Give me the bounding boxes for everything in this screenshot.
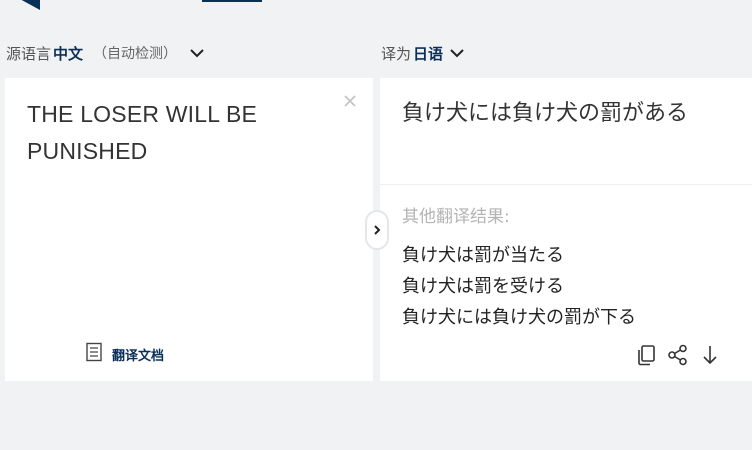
chevron-down-icon[interactable] (449, 44, 465, 62)
alternative-item[interactable]: 負け犬には負け犬の罰が下る (402, 302, 636, 333)
source-text-panel: THE LOSER WILL BE PUNISHED 翻译文档 (5, 78, 373, 381)
auto-detect-label: （自动检测） (93, 46, 178, 62)
source-language-prefix: 源语言 (6, 44, 52, 63)
source-language-selector[interactable]: 源语言 中文 （自动检测） (6, 40, 205, 66)
document-icon (85, 342, 103, 366)
divider (380, 184, 752, 185)
target-language-prefix: 译为 (381, 44, 412, 63)
main-translation-result: 負け犬には負け犬の罰がある (402, 101, 689, 126)
chevron-down-icon[interactable] (189, 44, 205, 62)
target-language-name: 日语 (413, 44, 444, 63)
share-icon[interactable] (666, 343, 690, 367)
download-icon[interactable] (698, 343, 722, 367)
copy-icon[interactable] (634, 343, 658, 367)
back-arrow-icon[interactable] (18, 0, 40, 10)
chevron-right-icon (373, 221, 381, 240)
alternative-item[interactable]: 負け犬は罰が当たる (402, 240, 636, 271)
top-navigation-strip (0, 0, 752, 10)
alternatives-heading: 其他翻译结果: (402, 207, 510, 227)
translate-document-label: 翻译文档 (112, 348, 165, 364)
result-actions (626, 343, 722, 367)
active-tab-indicator (202, 0, 262, 2)
alternative-item[interactable]: 負け犬は罰を受ける (402, 271, 636, 302)
close-icon[interactable] (341, 92, 359, 110)
translate-document-button[interactable]: 翻译文档 (85, 342, 164, 366)
source-language-name: 中文 (53, 44, 84, 63)
swap-direction-button[interactable] (365, 210, 389, 250)
target-language-selector[interactable]: 译为 日语 (381, 40, 465, 66)
alternatives-list: 負け犬は罰が当たる 負け犬は罰を受ける 負け犬には負け犬の罰が下る (402, 240, 636, 333)
source-text-input[interactable]: THE LOSER WILL BE PUNISHED (27, 96, 327, 170)
translation-result-panel: 負け犬には負け犬の罰がある 其他翻译结果: 負け犬は罰が当たる 負け犬は罰を受け… (380, 78, 752, 381)
